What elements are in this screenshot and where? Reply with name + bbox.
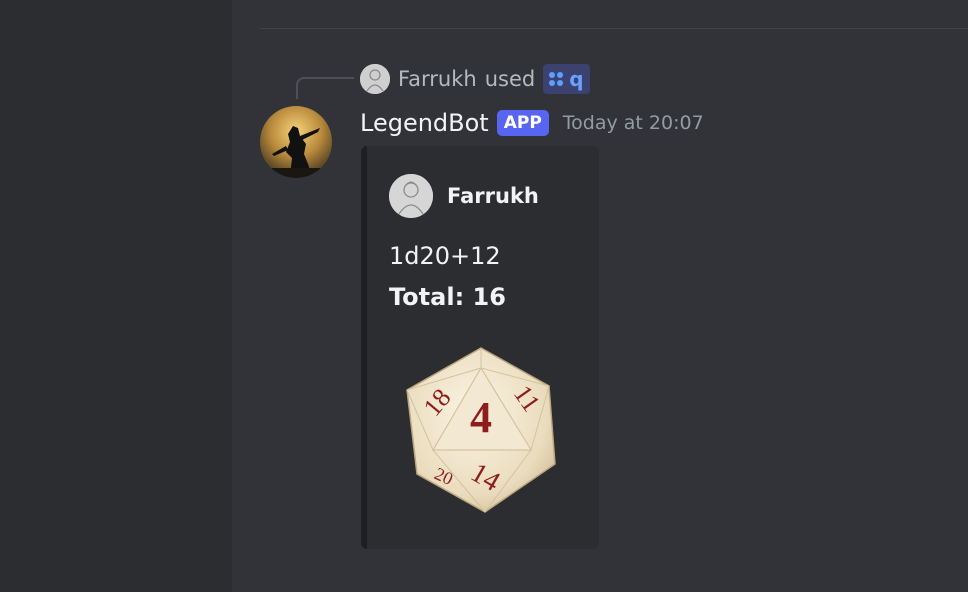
- embed-author: Farrukh: [389, 174, 539, 218]
- message-divider: [260, 28, 968, 29]
- roll-expression: 1d20+12: [389, 242, 501, 270]
- message-timestamp[interactable]: Today at 20:07: [563, 112, 704, 134]
- reply-spine: [296, 77, 354, 99]
- embed-author-name: Farrukh: [447, 184, 539, 208]
- d20-dice-icon[interactable]: 4 18 11 14 20: [403, 346, 559, 514]
- bot-username[interactable]: LegendBot: [360, 109, 489, 137]
- server-sidebar: [0, 0, 232, 592]
- embed-author-avatar: [389, 174, 433, 218]
- reply-used-text: used: [484, 67, 536, 91]
- svg-text:4: 4: [470, 393, 492, 442]
- embed-description: 1d20+12 Total: 16: [389, 236, 506, 318]
- chat-area: Farrukh used q LegendBot APP Today at 20…: [232, 0, 968, 592]
- roll-embed: Farrukh 1d20+12 Total: 16 4 18 11 14 20: [361, 146, 599, 549]
- roll-total: Total: 16: [389, 283, 506, 311]
- reply-user-avatar[interactable]: [360, 64, 390, 94]
- command-label: q: [569, 67, 584, 91]
- slash-command-chip[interactable]: q: [543, 64, 590, 94]
- command-reply-context[interactable]: Farrukh used q: [360, 63, 590, 95]
- bot-avatar[interactable]: [260, 106, 332, 178]
- app-command-icon: [549, 72, 564, 86]
- message-header: LegendBot APP Today at 20:07: [360, 104, 704, 142]
- reply-username[interactable]: Farrukh: [398, 67, 477, 91]
- app-badge: APP: [496, 110, 549, 136]
